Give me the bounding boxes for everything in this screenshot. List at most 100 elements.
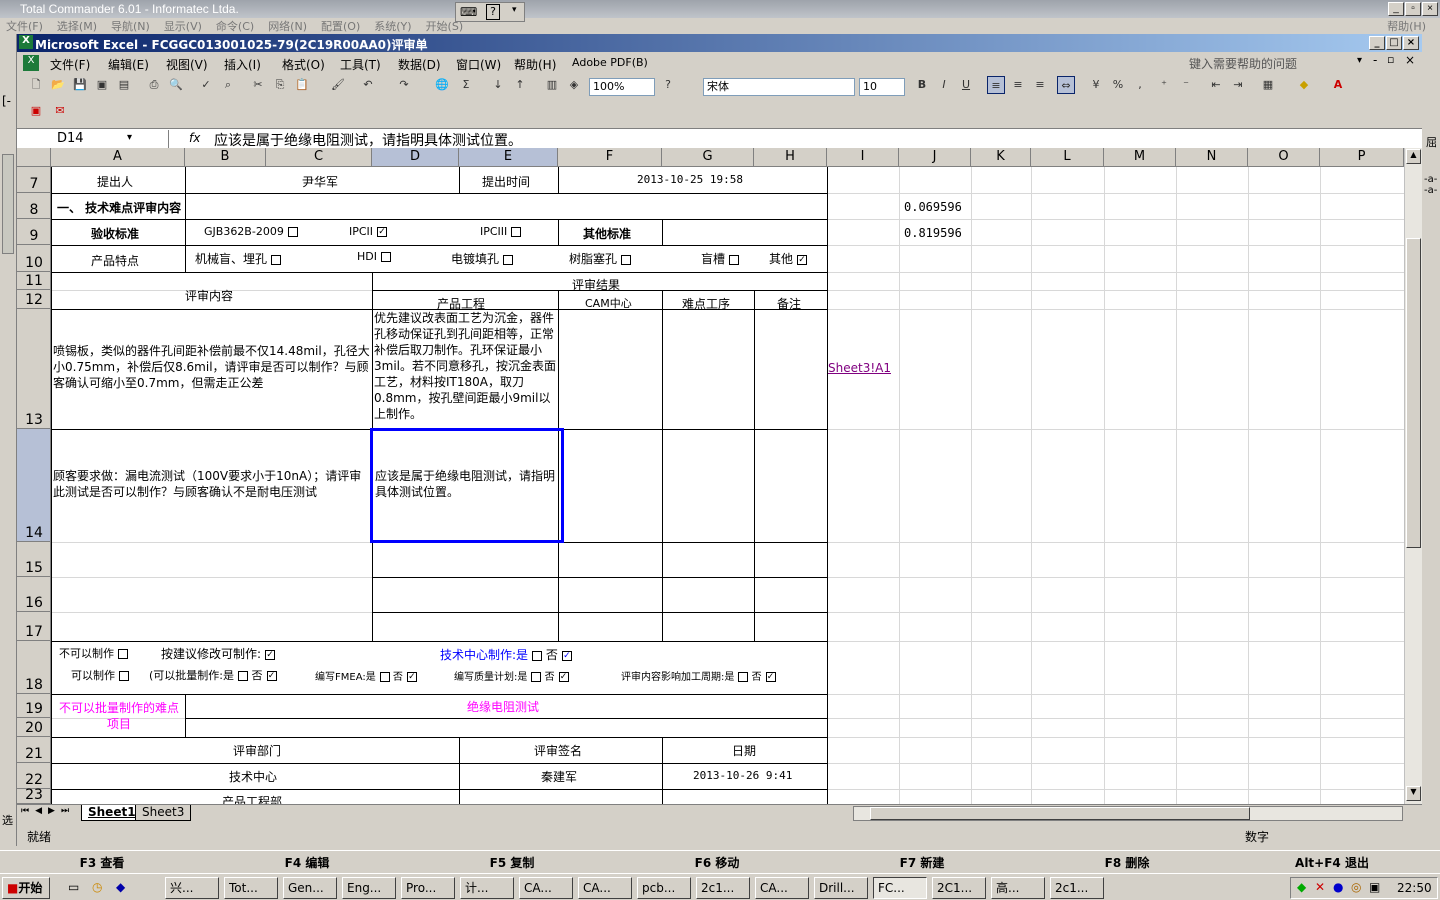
print-icon[interactable]: ⎙	[145, 76, 163, 94]
formula-input[interactable]: 应该是属于绝缘电阻测试，请指明具体测试位置。	[214, 130, 522, 150]
start-button[interactable]: ■开始	[2, 877, 50, 899]
redo-icon[interactable]: ↷	[395, 76, 413, 94]
cell-time-label[interactable]: 提出时间	[482, 173, 530, 190]
align-right-icon[interactable]: ≡	[1031, 76, 1049, 94]
sheet-tab[interactable]: Sheet3	[135, 805, 192, 821]
checkbox[interactable]	[119, 671, 129, 681]
column-header[interactable]: A	[51, 148, 185, 167]
cell-time[interactable]: 2013-10-25 19:58	[637, 173, 743, 186]
cell-product-feature-label[interactable]: 产品特点	[91, 252, 139, 269]
sheet3-hyperlink[interactable]: Sheet3!A1	[828, 361, 891, 375]
cell-review-item-13[interactable]: 喷锡板，类似的器件孔间距补偿前最不仅14.48mil，孔径大小0.75mm，补偿…	[53, 343, 371, 391]
taskbar-item[interactable]: 计...	[460, 877, 514, 899]
sheet-tab[interactable]: Sheet1	[81, 805, 143, 821]
tray-icon[interactable]: ◎	[1351, 880, 1361, 894]
cell-other-standard-label[interactable]: 其他标准	[583, 225, 631, 242]
scroll-up-icon[interactable]: ▲	[1406, 149, 1421, 164]
pdf-icon[interactable]: ▣	[93, 76, 111, 94]
cell-j8[interactable]: 0.069596	[904, 200, 962, 214]
checkbox-checked[interactable]: ✓	[265, 649, 276, 660]
open-icon[interactable]: 📂	[49, 76, 67, 94]
cell-ipcii[interactable]: IPCII ✓	[349, 225, 388, 238]
column-header[interactable]: L	[1031, 148, 1104, 167]
checkbox[interactable]	[503, 254, 514, 265]
tc-drive-icons[interactable]	[2, 154, 14, 254]
checkbox[interactable]	[729, 254, 740, 265]
comma-style-icon[interactable]: ,	[1131, 76, 1149, 94]
alt-f4-exit-button[interactable]: Alt+F4 退出	[1232, 854, 1432, 871]
tc-minimize-button[interactable]: _	[1388, 2, 1404, 16]
autosum-icon[interactable]: Σ	[457, 76, 475, 94]
bold-icon[interactable]: B	[913, 76, 931, 94]
taskbar-item-active[interactable]: FC...	[873, 877, 927, 899]
hyperlink-icon[interactable]: 🌐	[433, 76, 451, 94]
keyboard-icon[interactable]: ⌨	[460, 5, 477, 19]
underline-icon[interactable]: U	[957, 76, 975, 94]
checkbox-checked[interactable]: ✓	[561, 650, 572, 661]
row-header[interactable]: 13	[17, 309, 51, 429]
workbook-icon[interactable]: X	[23, 55, 39, 71]
font-name-select[interactable]: 宋体	[703, 78, 855, 96]
checkbox[interactable]	[738, 672, 749, 682]
row-header[interactable]: 12	[17, 290, 51, 309]
taskbar-item[interactable]: 2C1...	[932, 877, 986, 899]
row-header[interactable]: 7	[17, 167, 51, 193]
menu-view[interactable]: 视图(V)	[166, 56, 208, 73]
save-icon[interactable]: 💾	[71, 76, 89, 94]
quicklaunch-desktop-icon[interactable]: ▭	[68, 880, 79, 894]
tray-icon[interactable]: ●	[1333, 880, 1343, 894]
column-header[interactable]: N	[1176, 148, 1248, 167]
taskbar-item[interactable]: Drill...	[814, 877, 868, 899]
checkbox[interactable]	[531, 672, 542, 682]
cell-engineering-reply-13[interactable]: 优先建议改表面工艺为沉金，器件孔移动保证孔到孔间距相等，正常补偿后取刀制作。孔环…	[374, 310, 557, 428]
checkbox-checked[interactable]: ✓	[406, 672, 417, 682]
name-box[interactable]: D14	[19, 130, 169, 148]
research-icon[interactable]: ⌕	[219, 76, 237, 94]
checkbox[interactable]	[238, 671, 248, 681]
scroll-down-icon[interactable]: ▼	[1406, 786, 1421, 801]
font-size-select[interactable]: 10	[859, 78, 905, 96]
f4-edit-button[interactable]: F4 编辑	[207, 854, 407, 871]
align-center-icon[interactable]: ≡	[1009, 76, 1027, 94]
checkbox[interactable]	[118, 649, 128, 659]
column-header[interactable]: I	[827, 148, 899, 167]
column-header[interactable]: G	[662, 148, 754, 167]
copy-icon[interactable]: ⎘	[271, 76, 289, 94]
excel-close-button[interactable]: ×	[1403, 36, 1419, 50]
cell-non-batch-difficulty-value[interactable]: 绝缘电阻测试	[467, 698, 539, 715]
chevron-down-icon[interactable]: ▾	[127, 132, 132, 143]
chart-wizard-icon[interactable]: ▥	[543, 76, 561, 94]
checkbox[interactable]	[379, 672, 390, 682]
checkbox[interactable]	[511, 227, 522, 237]
tc-menu-item[interactable]: 导航(N)	[111, 20, 150, 33]
sort-ascending-icon[interactable]: ↓	[489, 76, 507, 94]
active-cell-selection[interactable]	[370, 428, 564, 543]
row-header[interactable]: 14	[17, 429, 51, 542]
spelling-icon[interactable]: ✓	[197, 76, 215, 94]
paste-icon[interactable]: 📋	[293, 76, 311, 94]
cell-acceptance-label[interactable]: 验收标准	[91, 225, 139, 242]
cell-date-header[interactable]: 日期	[732, 742, 756, 759]
menu-adobe-pdf[interactable]: Adobe PDF(B)	[572, 56, 648, 69]
cell-review-dept-header[interactable]: 评审部门	[233, 742, 281, 759]
convert-pdf-icon[interactable]: ▣	[27, 102, 45, 120]
decrease-indent-icon[interactable]: ⇤	[1207, 76, 1225, 94]
zoom-select[interactable]: 100%	[589, 78, 655, 96]
format-painter-icon[interactable]: 🖌	[329, 76, 347, 94]
feature-option[interactable]: 其他 ✓	[769, 250, 808, 267]
sheet-nav-arrows-icon[interactable]: ⏮◀▶⏭	[21, 806, 75, 816]
column-header[interactable]: K	[971, 148, 1031, 167]
row-header[interactable]: 23	[17, 787, 51, 804]
cell-remark-header[interactable]: 备注	[777, 295, 801, 312]
doc-close-button[interactable]: ×	[1405, 53, 1415, 67]
increase-decimal-icon[interactable]: ⁺	[1155, 76, 1173, 94]
taskbar-item[interactable]: 2c1...	[696, 877, 750, 899]
chevron-down-icon[interactable]: ▾	[1357, 55, 1362, 66]
taskbar-item[interactable]: 2c1...	[1050, 877, 1104, 899]
row-header[interactable]: 18	[17, 641, 51, 694]
taskbar-item[interactable]: pcb...	[637, 877, 691, 899]
quicklaunch-clock-icon[interactable]: ◷	[92, 880, 102, 894]
column-header[interactable]: M	[1104, 148, 1176, 167]
cell-ipciii[interactable]: IPCIII	[480, 225, 522, 238]
cell-proposer-label[interactable]: 提出人	[97, 173, 133, 190]
